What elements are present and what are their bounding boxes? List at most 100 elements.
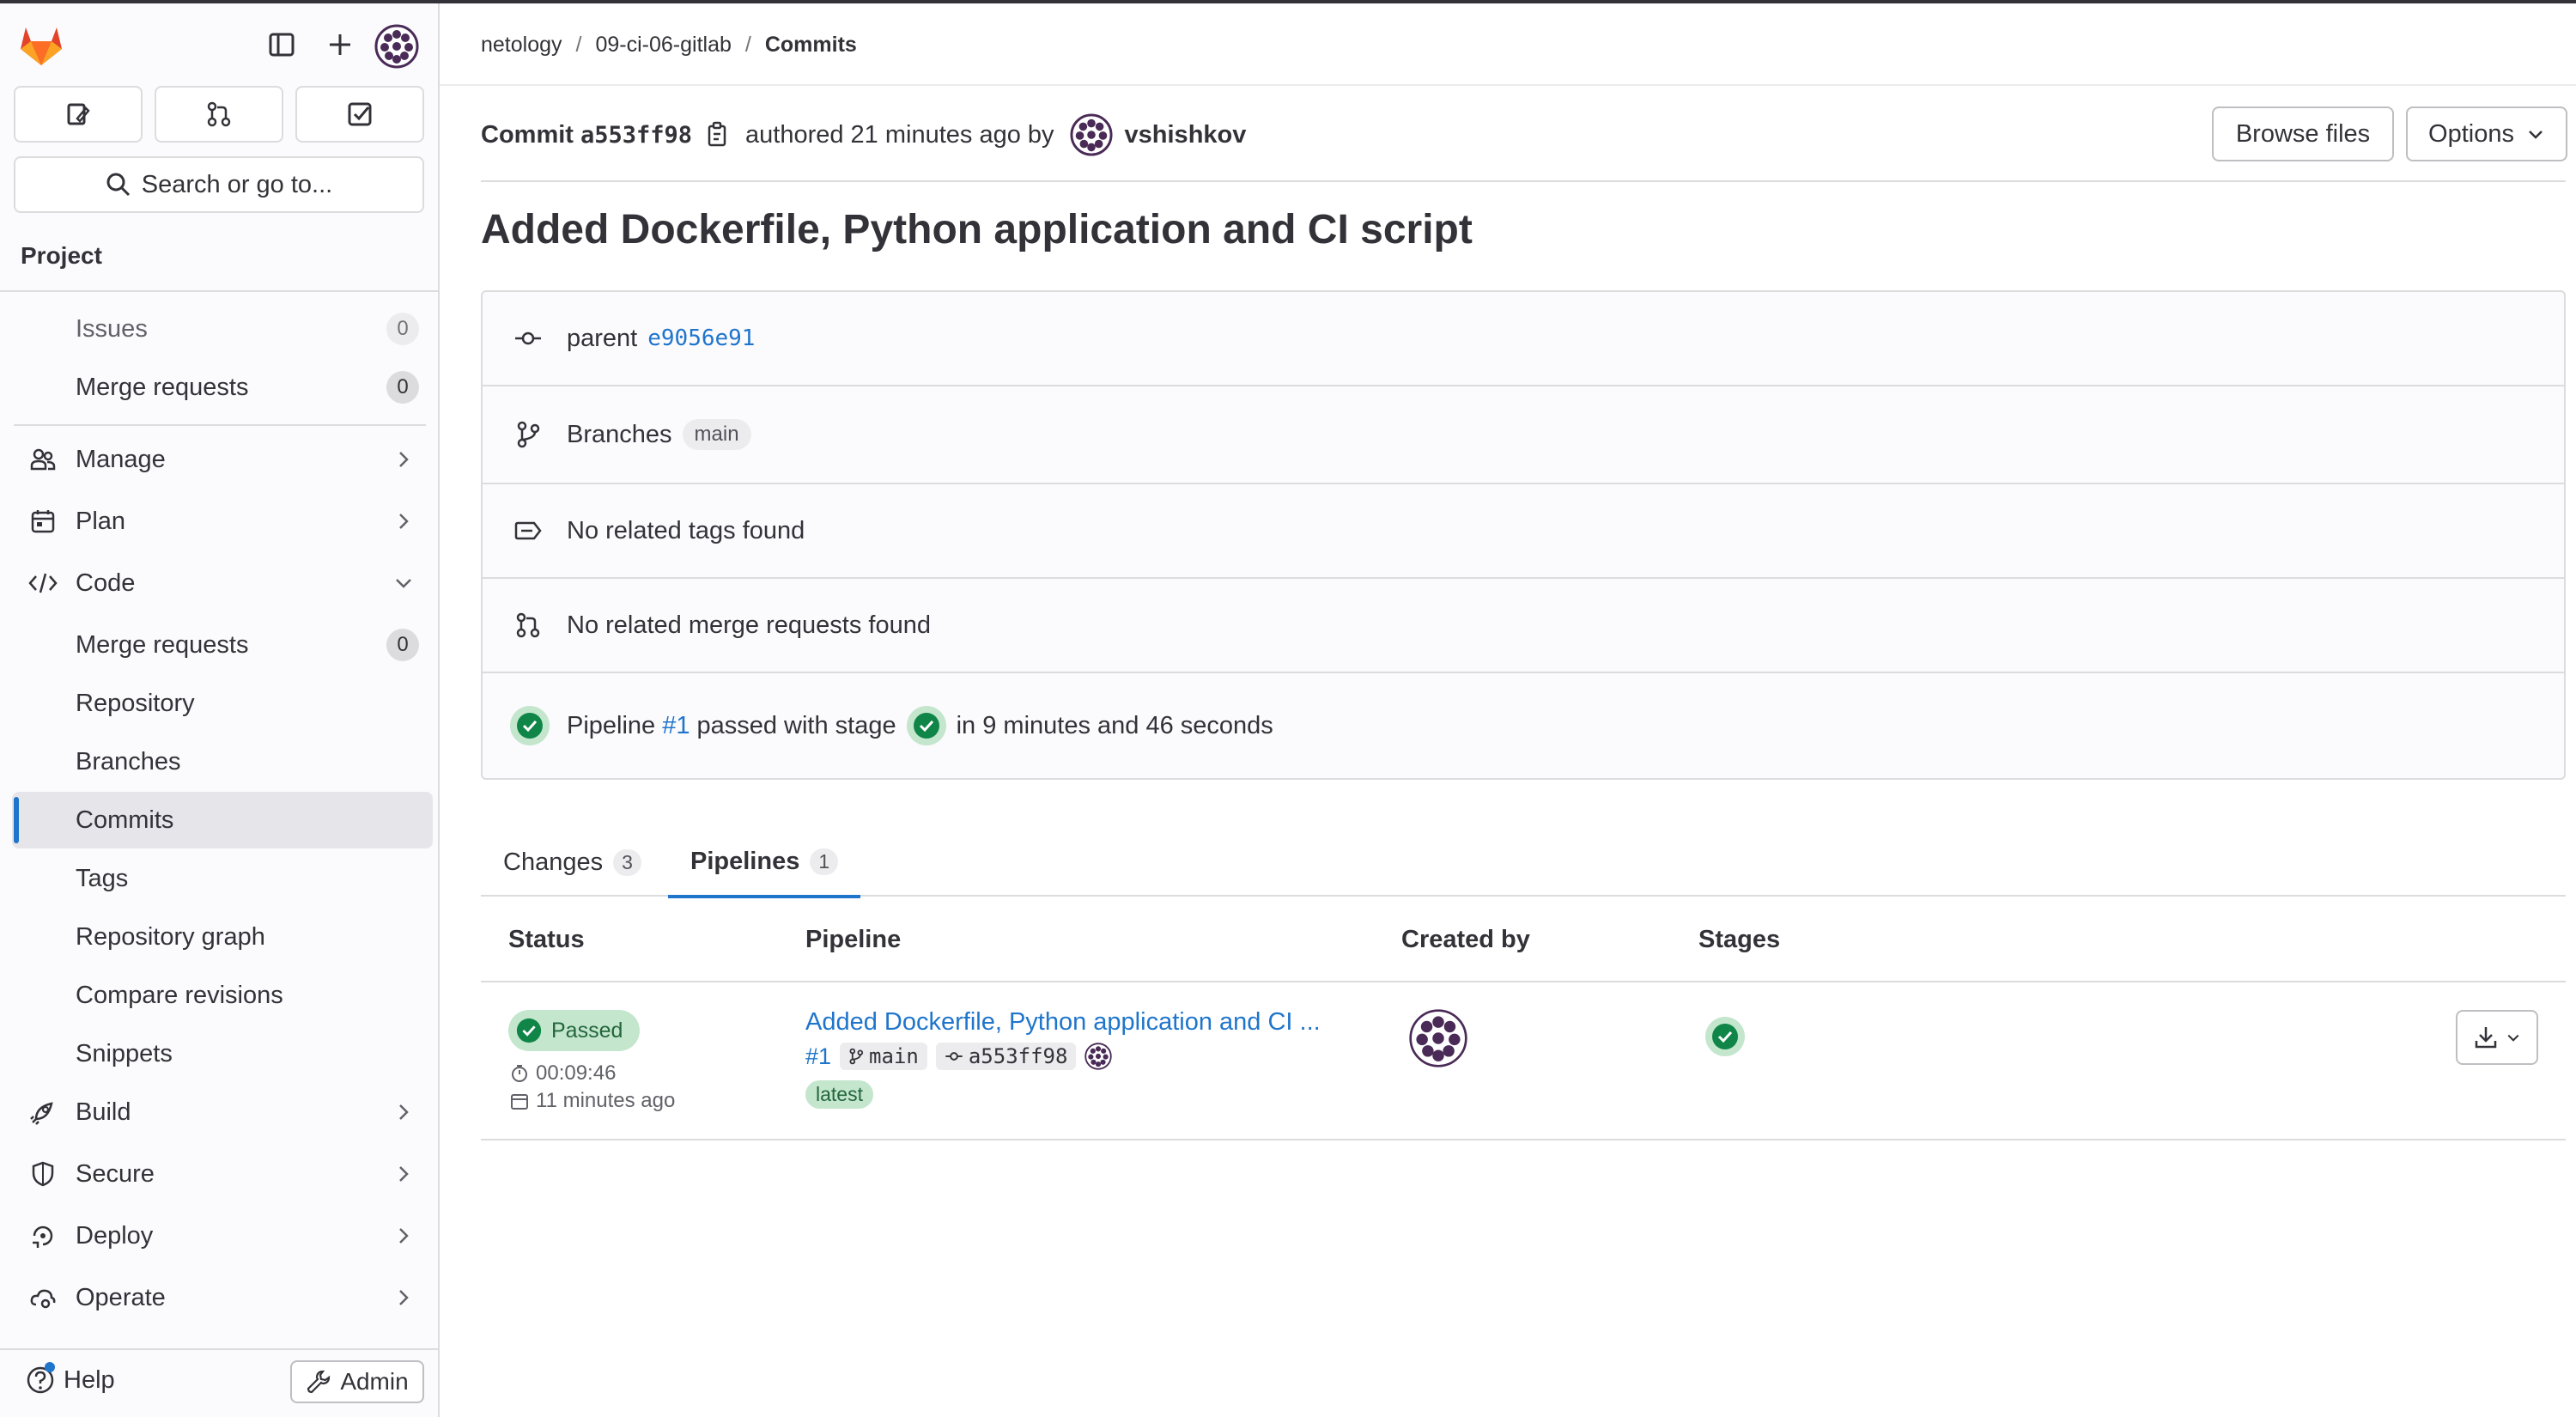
chevron-right-icon [399, 1290, 409, 1305]
download-artifacts-dropdown[interactable] [2456, 1010, 2538, 1065]
commit-info-box: parent e9056e91 Branches main No related… [481, 290, 2566, 780]
duration-line: 00:09:46 [510, 1061, 616, 1086]
sidebar-item-issues[interactable]: Issues 0 [12, 301, 433, 357]
help-button[interactable]: Help [26, 1362, 115, 1395]
sidebar-item-label: Operate [76, 1283, 166, 1311]
issues-shortcut-button[interactable] [14, 86, 143, 143]
status-badge[interactable]: Passed [508, 1010, 641, 1051]
author-avatar[interactable] [1070, 113, 1113, 156]
sidebar-item-label: Merge requests [76, 373, 249, 401]
tab-pipelines[interactable]: Pipelines 1 [668, 828, 861, 898]
sidebar-item-snippets[interactable]: Snippets [12, 1025, 433, 1082]
search-button[interactable]: Search or go to... [14, 156, 424, 213]
tab-label: Pipelines [690, 847, 800, 875]
merge-requests-shortcut-button[interactable] [155, 86, 283, 143]
author-avatar-small[interactable] [1084, 1043, 1113, 1070]
chevron-right-icon [399, 1228, 409, 1244]
sidebar-item-commits[interactable]: Commits [12, 792, 433, 848]
breadcrumb-group[interactable]: netology [481, 33, 562, 58]
sidebar-item-label: Branches [76, 747, 181, 775]
sidebar-item-tags[interactable]: Tags [12, 850, 433, 907]
sidebar-item-build[interactable]: Build [12, 1084, 433, 1140]
todo-shortcut-button[interactable] [295, 86, 424, 143]
help-icon [26, 1362, 55, 1395]
sidebar-item-repository-graph[interactable]: Repository graph [12, 909, 433, 965]
branches-text: Branches main [567, 419, 751, 450]
duration-text: 00:09:46 [536, 1061, 617, 1085]
merge-requests-row: No related merge requests found [483, 579, 2564, 672]
parent-text: parent e9056e91 [567, 325, 755, 353]
sidebar-item-label: Manage [76, 445, 166, 473]
sidebar-item-code[interactable]: Code [12, 555, 433, 611]
sidebar-item-code-merge-requests[interactable]: Merge requests 0 [12, 617, 433, 673]
sidebar-item-secure[interactable]: Secure [12, 1146, 433, 1202]
breadcrumb-separator: / [575, 33, 582, 57]
plus-icon[interactable] [321, 26, 359, 64]
commit-tabs: Changes 3 Pipelines 1 [481, 828, 2566, 898]
sidebar-item-label: Issues [76, 314, 148, 343]
finished-line: 11 minutes ago [510, 1089, 675, 1113]
branch-ref[interactable]: main [840, 1043, 927, 1070]
copy-icon[interactable] [706, 121, 730, 149]
sidebar-item-label: Commits [76, 806, 174, 834]
sidebar-item-plan[interactable]: Plan [12, 493, 433, 550]
gitlab-logo-icon[interactable] [17, 22, 65, 67]
help-label: Help [64, 1365, 115, 1394]
tab-changes[interactable]: Changes 3 [481, 828, 664, 897]
toggle-sidebar-icon[interactable] [263, 26, 301, 64]
commit-icon [945, 1052, 963, 1061]
stage-status-icon[interactable] [1705, 1017, 1745, 1056]
branch-badge[interactable]: main [682, 419, 751, 450]
finished-text: 11 minutes ago [536, 1089, 676, 1112]
rocket-icon [27, 1097, 58, 1128]
users-icon [27, 444, 58, 475]
sidebar-item-deploy[interactable]: Deploy [12, 1207, 433, 1264]
branch-ref-label: main [869, 1044, 919, 1068]
calendar-icon [511, 1094, 528, 1110]
pipeline-id-link[interactable]: #1 [805, 1043, 831, 1070]
breadcrumb-separator: / [744, 33, 751, 57]
pipeline-link[interactable]: #1 [662, 712, 690, 740]
sidebar-item-repository[interactable]: Repository [12, 675, 433, 732]
author-link[interactable]: vshishkov [1125, 121, 1247, 149]
no-mrs-text: No related merge requests found [567, 611, 931, 639]
commit-ref[interactable]: a553ff98 [935, 1043, 1077, 1070]
branch-icon [513, 420, 543, 449]
parent-row: parent e9056e91 [483, 292, 2564, 385]
options-dropdown[interactable]: Options [2406, 106, 2567, 161]
pipeline-meta: #1 main a553ff98 [805, 1043, 1113, 1070]
merge-request-icon [207, 101, 231, 127]
pipeline-title-link[interactable]: Added Dockerfile, Python application and… [805, 1008, 1321, 1037]
breadcrumb-current[interactable]: Commits [765, 33, 857, 58]
sidebar-shortcuts [14, 86, 424, 143]
sidebar-item-operate[interactable]: Operate [12, 1269, 433, 1326]
sidebar-item-branches[interactable]: Branches [12, 733, 433, 790]
sidebar-item-merge-requests-pinned[interactable]: Merge requests 0 [12, 359, 433, 416]
creator-avatar[interactable] [1408, 1008, 1468, 1068]
sidebar-item-label: Deploy [76, 1221, 154, 1250]
count-badge: 0 [386, 371, 419, 404]
notification-dot [45, 1362, 55, 1372]
column-header-created-by: Created by [1401, 926, 1530, 953]
user-avatar[interactable] [374, 24, 419, 69]
admin-button[interactable]: Admin [290, 1360, 424, 1403]
pipelines-table-header: Status Pipeline Created by Stages [481, 897, 2566, 982]
tags-row: No related tags found [483, 484, 2564, 577]
pipeline-status-icon[interactable] [510, 706, 550, 745]
sidebar-item-manage[interactable]: Manage [12, 431, 433, 488]
tab-count: 1 [810, 848, 839, 875]
main-content: netology / 09-ci-06-gitlab / Commits Com… [440, 3, 2576, 1417]
browse-files-button[interactable]: Browse files [2212, 106, 2394, 161]
admin-label: Admin [340, 1368, 409, 1395]
stage-status-icon[interactable] [906, 706, 946, 745]
sidebar-item-label: Merge requests [76, 630, 249, 659]
commit-label: Commit [481, 120, 574, 149]
authored-text: authored 21 minutes ago by [745, 120, 1054, 149]
commit-icon [513, 324, 543, 353]
check-circle-icon [516, 1018, 542, 1043]
parent-sha-link[interactable]: e9056e91 [647, 325, 755, 351]
sidebar-item-compare-revisions[interactable]: Compare revisions [12, 967, 433, 1024]
pipeline-row: Pipeline #1 passed with stage in 9 minut… [483, 673, 2564, 778]
breadcrumb-project[interactable]: 09-ci-06-gitlab [595, 33, 731, 58]
count-badge: 0 [386, 313, 419, 345]
